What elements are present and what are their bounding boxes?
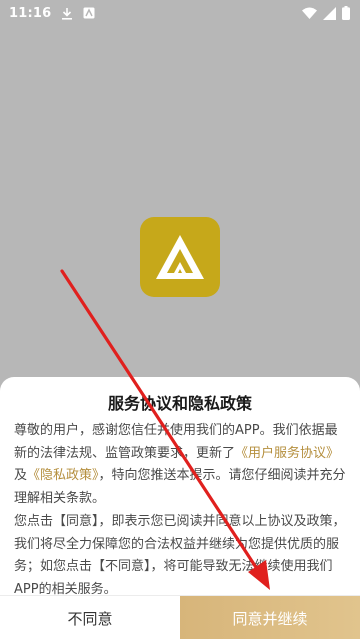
dialog-footer: 不同意 同意并继续 bbox=[0, 595, 360, 639]
dialog-paragraph-2: 您点击【同意】，即表示您已阅读并同意以上协议及政策，我们将尽全力保障您的合法权益… bbox=[14, 513, 346, 597]
wifi-icon bbox=[302, 7, 317, 19]
dialog-body: 尊敬的用户，感谢您信任并使用我们的APP。我们依据最新的法律法规、监管政策要求，… bbox=[14, 420, 346, 602]
status-time: 11:16 bbox=[9, 5, 52, 21]
app-notification-icon bbox=[83, 7, 95, 19]
dialog-text-and: 及 bbox=[14, 468, 28, 484]
app-logo-icon bbox=[140, 217, 220, 297]
screen-backdrop: 11:16 服务协议和隐私政策 尊敬的用户，感谢您信任并使用我们的APP。我们依… bbox=[0, 0, 360, 639]
disagree-button[interactable]: 不同意 bbox=[0, 596, 180, 639]
user-service-agreement-link[interactable]: 《用户服务协议》 bbox=[235, 446, 339, 461]
download-icon bbox=[61, 7, 73, 20]
dialog-title: 服务协议和隐私政策 bbox=[107, 394, 252, 413]
agree-continue-button[interactable]: 同意并继续 bbox=[180, 596, 360, 639]
privacy-dialog: 服务协议和隐私政策 尊敬的用户，感谢您信任并使用我们的APP。我们依据最新的法律… bbox=[0, 377, 360, 639]
battery-icon bbox=[342, 6, 350, 20]
status-right bbox=[302, 6, 350, 20]
status-bar: 11:16 bbox=[0, 0, 360, 26]
signal-icon bbox=[323, 6, 336, 20]
dialog-paragraph-1: 尊敬的用户，感谢您信任并使用我们的APP。我们依据最新的法律法规、监管政策要求，… bbox=[14, 420, 346, 511]
status-left: 11:16 bbox=[9, 6, 95, 21]
privacy-policy-link[interactable]: 《隐私政策》 bbox=[27, 468, 99, 483]
